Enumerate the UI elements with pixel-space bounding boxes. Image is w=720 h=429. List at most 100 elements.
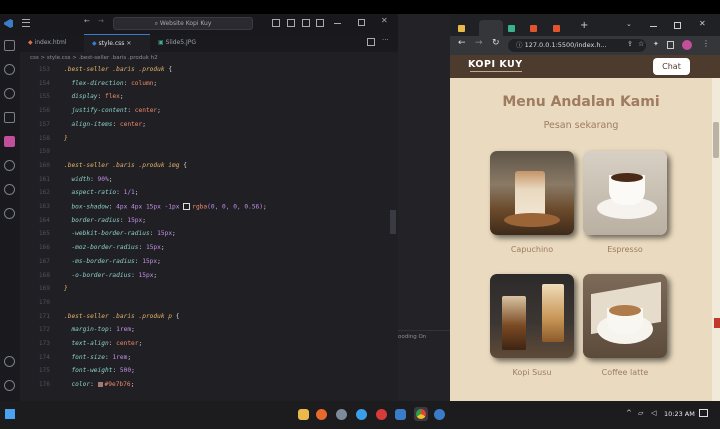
breadcrumb[interactable]: css > style.css > .best-seller .baris .p… xyxy=(20,52,398,64)
code-line[interactable]: color: #9e7b76; xyxy=(64,381,134,388)
tab-index-html[interactable]: ◆ index.html xyxy=(20,34,84,52)
github-icon[interactable] xyxy=(4,208,15,219)
tab-favicon-icon[interactable] xyxy=(530,25,537,32)
extensions-puzzle-icon[interactable]: ✦ xyxy=(653,40,659,48)
close-icon[interactable]: ✕ xyxy=(381,16,388,25)
forward-arrow-icon[interactable]: → xyxy=(475,38,483,48)
extensions-icon[interactable] xyxy=(4,136,15,147)
code-editor[interactable]: 153 .best-seller .baris .produk {154 flex… xyxy=(20,66,398,401)
code-token: column xyxy=(131,79,154,87)
back-arrow-icon[interactable]: ← xyxy=(458,38,466,48)
product-image-coffee-latte[interactable] xyxy=(583,274,667,358)
code-line[interactable]: } xyxy=(64,285,68,292)
code-line[interactable]: margin-top: 1rem; xyxy=(64,326,134,333)
share-icon[interactable]: ⇪ xyxy=(627,40,633,48)
maximize-icon[interactable] xyxy=(674,22,681,29)
product-image-kopi-susu[interactable] xyxy=(490,274,574,358)
page-scrollbar-track[interactable] xyxy=(712,78,720,401)
color-swatch-icon[interactable] xyxy=(97,381,103,387)
source-control-icon[interactable] xyxy=(4,88,15,99)
reload-icon[interactable]: ↻ xyxy=(492,38,500,48)
new-tab-icon[interactable]: + xyxy=(580,20,588,31)
taskbar-app-icon[interactable] xyxy=(336,409,347,420)
command-center-search[interactable]: ⌕ Website Kopi Kuy xyxy=(113,17,253,30)
code-line[interactable]: box-shadow: 4px 4px 15px -1px rgba(0, 0,… xyxy=(64,203,267,211)
chat-button[interactable]: Chat xyxy=(653,58,690,75)
code-line[interactable]: -ms-border-radius: 15px; xyxy=(64,258,160,265)
side-panel-icon[interactable] xyxy=(667,41,674,49)
code-line[interactable]: flex-direction: column; xyxy=(64,80,157,87)
code-line[interactable]: border-radius: 15px; xyxy=(64,217,146,224)
tab-favicon-icon[interactable] xyxy=(508,25,515,32)
bookmark-star-icon[interactable]: ☆ xyxy=(638,40,644,48)
tray-chevron-icon[interactable]: ^ xyxy=(626,409,632,417)
code-line[interactable]: } xyxy=(64,135,68,142)
code-line[interactable]: align-items: center; xyxy=(64,121,146,128)
clock-time[interactable]: 10:23 AM xyxy=(664,410,695,418)
network-icon[interactable]: ▱ xyxy=(638,409,643,417)
tab-slide5-jpg[interactable]: ▣ Slide5.JPG xyxy=(150,34,216,52)
code-line[interactable]: .best-seller .baris .produk img { xyxy=(64,162,187,169)
search-icon[interactable] xyxy=(4,64,15,75)
file-explorer-icon[interactable] xyxy=(298,409,309,420)
chrome-taskbar-active[interactable] xyxy=(414,407,428,421)
code-token: box-shadow xyxy=(64,203,109,211)
minimize-icon[interactable] xyxy=(650,26,657,27)
code-line[interactable]: .best-seller .baris .produk { xyxy=(64,66,172,73)
code-line[interactable]: -moz-border-radius: 15px; xyxy=(64,244,164,252)
browser-menu-icon[interactable]: ⋮ xyxy=(702,39,710,48)
tab-search-chevron-icon[interactable]: ⌄ xyxy=(626,20,632,28)
code-line[interactable]: aspect-ratio: 1/1; xyxy=(64,189,138,196)
page-scrollbar-thumb[interactable] xyxy=(713,122,719,158)
sidebar-icon[interactable] xyxy=(302,19,310,27)
live-share-icon[interactable] xyxy=(4,184,15,195)
minimize-icon[interactable] xyxy=(334,23,341,24)
code-line[interactable]: justify-content: center; xyxy=(64,107,160,114)
active-browser-tab[interactable] xyxy=(479,20,503,36)
remote-icon[interactable] xyxy=(4,160,15,171)
maximize-icon[interactable] xyxy=(358,19,365,26)
taskbar-app-icon[interactable] xyxy=(376,409,387,420)
product-image-capuchino[interactable] xyxy=(490,151,574,235)
product-image-espresso[interactable] xyxy=(583,151,667,235)
code-line[interactable]: display: flex; xyxy=(64,93,123,101)
customize-layout-icon[interactable] xyxy=(316,19,324,27)
panel-icon[interactable] xyxy=(287,19,295,27)
address-bar[interactable]: ⓘ 127.0.0.1:5500/index.h... xyxy=(508,39,646,52)
start-icon[interactable] xyxy=(5,409,15,419)
code-line[interactable]: -o-border-radius: 15px; xyxy=(64,272,157,279)
site-logo[interactable]: KOPI KUY xyxy=(468,59,523,70)
settings-gear-icon[interactable] xyxy=(4,380,15,391)
color-swatch-icon[interactable] xyxy=(183,203,191,210)
code-line[interactable]: font-weight: 500; xyxy=(64,367,134,374)
telegram-icon[interactable] xyxy=(356,409,367,420)
code-line[interactable]: -webkit-border-radius: 15px; xyxy=(64,230,175,237)
forward-arrow-icon[interactable]: → xyxy=(98,17,104,25)
notification-icon[interactable] xyxy=(699,409,708,417)
firefox-icon[interactable] xyxy=(316,409,327,420)
split-editor-icon[interactable] xyxy=(367,38,375,46)
vscode-taskbar-icon[interactable] xyxy=(395,409,406,420)
explorer-icon[interactable] xyxy=(4,40,15,51)
code-token: ; xyxy=(108,175,113,183)
account-icon[interactable] xyxy=(4,356,15,367)
back-arrow-icon[interactable]: ← xyxy=(84,17,90,25)
code-line[interactable]: width: 90%; xyxy=(64,176,112,183)
menu-icon[interactable] xyxy=(22,19,30,27)
code-line[interactable]: font-size: 1rem; xyxy=(64,354,131,361)
volume-icon[interactable]: ◁ xyxy=(651,409,656,417)
close-icon[interactable]: ✕ xyxy=(699,19,706,28)
code-line[interactable]: text-align: center; xyxy=(64,340,142,347)
more-actions-icon[interactable]: ··· xyxy=(382,36,389,44)
code-token: : xyxy=(138,244,146,252)
taskbar-app-icon[interactable] xyxy=(434,409,445,420)
layout-icon[interactable] xyxy=(272,19,280,27)
tab-favicon-icon[interactable] xyxy=(553,25,560,32)
profile-avatar[interactable] xyxy=(682,40,692,50)
editor-scrollbar[interactable] xyxy=(390,210,396,234)
tab-style-css[interactable]: ◆ style.css ✕ xyxy=(84,34,150,52)
run-debug-icon[interactable] xyxy=(4,112,15,123)
tab-favicon-icon[interactable] xyxy=(458,25,465,32)
code-line[interactable]: .best-seller .baris .produk p { xyxy=(64,313,179,320)
code-token: flex xyxy=(104,93,120,101)
